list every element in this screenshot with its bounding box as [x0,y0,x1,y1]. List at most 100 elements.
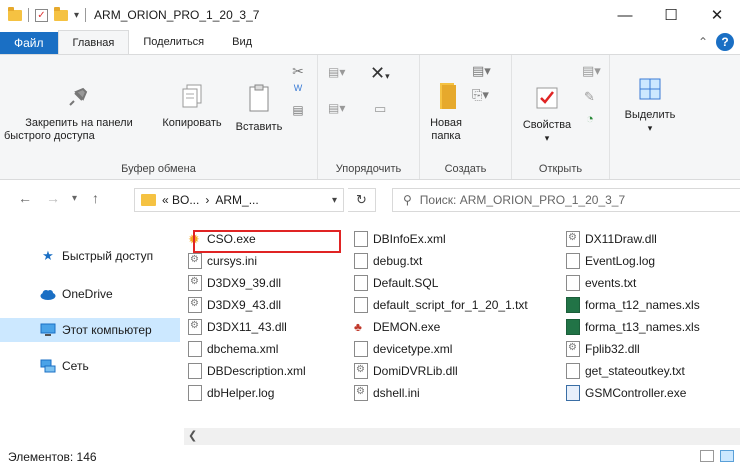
rename-icon[interactable]: ▭ [374,101,386,117]
nav-item-quick-access[interactable]: ★ Быстрый доступ [0,244,180,268]
file-name: Default.SQL [373,276,439,290]
nav-item-onedrive[interactable]: OneDrive [0,282,180,306]
document-icon [566,275,580,291]
recent-locations-icon[interactable]: ▾ [72,193,77,204]
maximize-button[interactable]: ☐ [648,0,694,30]
file-item[interactable]: dbchema.xml [184,338,344,360]
address-dropdown-icon[interactable]: ▾ [332,195,337,206]
tab-view[interactable]: Вид [218,30,266,54]
new-item-icon[interactable]: ▤▾ [472,63,491,79]
new-folder-label-1: Новая [430,117,462,129]
collapse-ribbon-icon[interactable]: ⌃ [698,35,708,49]
refresh-button[interactable]: ↻ [348,188,376,212]
file-item[interactable]: debug.txt [350,250,555,272]
copy-button[interactable]: Копировать [152,83,232,130]
list-view-icon[interactable] [720,450,734,462]
file-item[interactable]: forma_t12_names.xls [562,294,732,316]
back-arrow-icon[interactable]: ← [18,190,32,206]
close-button[interactable]: ✕ [694,0,740,30]
open-icon[interactable]: ▤▾ [582,63,601,79]
network-icon [40,359,56,373]
tab-file[interactable]: Файл [0,32,58,54]
item-count: Элементов: 146 [8,450,97,464]
copy-path-icon[interactable]: W [288,83,308,103]
easy-access-icon[interactable]: ⎘▾ [472,87,489,103]
tab-share[interactable]: Поделиться [129,30,218,54]
edit-icon[interactable]: ✎ [584,89,595,105]
copy-to-icon[interactable]: ▤▾ [328,101,345,115]
tab-home[interactable]: Главная [57,30,130,54]
cut-icon[interactable]: ✂ [288,63,308,83]
file-item[interactable]: ♣ DEMON.exe [350,316,555,338]
forward-arrow-icon[interactable]: → [46,190,60,206]
document-icon [188,385,202,401]
properties-button[interactable]: Свойства ▾ [516,85,578,145]
copy-label: Копировать [162,117,222,129]
window-title: ARM_ORION_PRO_1_20_3_7 [94,8,260,22]
breadcrumb-part-1[interactable]: « BO... [162,193,199,207]
address-input[interactable]: « BO... › ARM_... ▾ [134,188,344,212]
clipboard-group: Закрепить на панели быстрого доступа Коп… [0,55,318,179]
customize-toolbar-dropdown[interactable]: ▾ [74,10,79,21]
dll-file-icon [188,275,202,291]
pin-label-line2: быстрого доступа [4,130,95,142]
file-item[interactable]: GSMController.exe [562,382,732,404]
file-item[interactable]: D3DX9_43.dll [184,294,344,316]
file-name: DBDescription.xml [207,364,306,378]
file-item[interactable]: D3DX9_39.dll [184,272,344,294]
horizontal-scrollbar[interactable]: ❮ [184,428,740,445]
file-item[interactable]: EventLog.log [562,250,732,272]
toolbar-separator [85,8,87,22]
breadcrumb-part-2[interactable]: ARM_... [215,193,258,207]
file-name: D3DX9_43.dll [207,298,282,312]
status-bar: Элементов: 146 [0,448,740,465]
file-name: devicetype.xml [373,342,453,356]
new-folder-icon [440,83,456,109]
details-view-icon[interactable] [700,450,714,462]
clipboard-small-buttons: ✂ W ▤ [288,63,308,123]
new-folder-icon[interactable] [54,6,68,21]
pin-to-quick-access-button[interactable]: Закрепить на панели быстрого доступа [4,83,154,143]
paste-label: Вставить [235,121,283,133]
file-item[interactable]: events.txt [562,272,732,294]
dll-file-icon [354,363,368,379]
file-name: debug.txt [373,254,423,268]
file-item[interactable]: dshell.ini [350,382,555,404]
new-group-label: Создать [444,163,487,175]
up-arrow-icon[interactable]: ↑ [92,190,99,206]
file-item[interactable]: devicetype.xml [350,338,555,360]
document-icon [354,231,368,247]
file-item[interactable]: cursys.ini [184,250,344,272]
file-item[interactable]: get_stateoutkey.txt [562,360,732,382]
select-button[interactable]: Выделить ▾ [620,77,680,135]
nav-item-network[interactable]: Сеть [0,354,180,378]
file-item[interactable]: Default.SQL [350,272,555,294]
dll-file-icon [188,297,202,313]
file-item[interactable]: DX11Draw.dll [562,228,732,250]
excel-file-icon [566,319,580,335]
ribbon: Закрепить на панели быстрого доступа Коп… [0,54,740,180]
history-icon[interactable]: ◔ [586,111,594,126]
file-item[interactable]: dbHelper.log [184,382,344,404]
file-item[interactable]: default_script_for_1_20_1.txt [350,294,555,316]
properties-check-icon[interactable]: ✓ [35,8,48,22]
search-input[interactable]: ⚲ Поиск: ARM_ORION_PRO_1_20_3_7 [392,188,740,212]
nav-item-this-pc[interactable]: Этот компьютер [0,318,180,342]
delete-icon[interactable]: ✕▾ [370,63,390,84]
paste-shortcut-icon[interactable]: ▤ [288,103,308,123]
move-to-icon[interactable]: ▤▾ [328,65,345,79]
file-item[interactable]: Fplib32.dll [562,338,732,360]
new-folder-button[interactable]: Новая папка [424,81,468,143]
file-item[interactable]: DBInfoEx.xml [350,228,555,250]
file-item[interactable]: D3DX11_43.dll [184,316,344,338]
minimize-button[interactable]: — [602,0,648,30]
file-item[interactable]: DBDescription.xml [184,360,344,382]
document-icon [566,253,580,269]
organize-group-label: Упорядочить [335,163,402,175]
file-item[interactable]: forma_t13_names.xls [562,316,732,338]
scroll-left-icon[interactable]: ❮ [188,429,197,442]
help-icon[interactable]: ? [716,33,734,51]
document-icon [354,341,368,357]
paste-button[interactable]: Вставить [230,83,288,134]
file-item[interactable]: DomiDVRLib.dll [350,360,555,382]
